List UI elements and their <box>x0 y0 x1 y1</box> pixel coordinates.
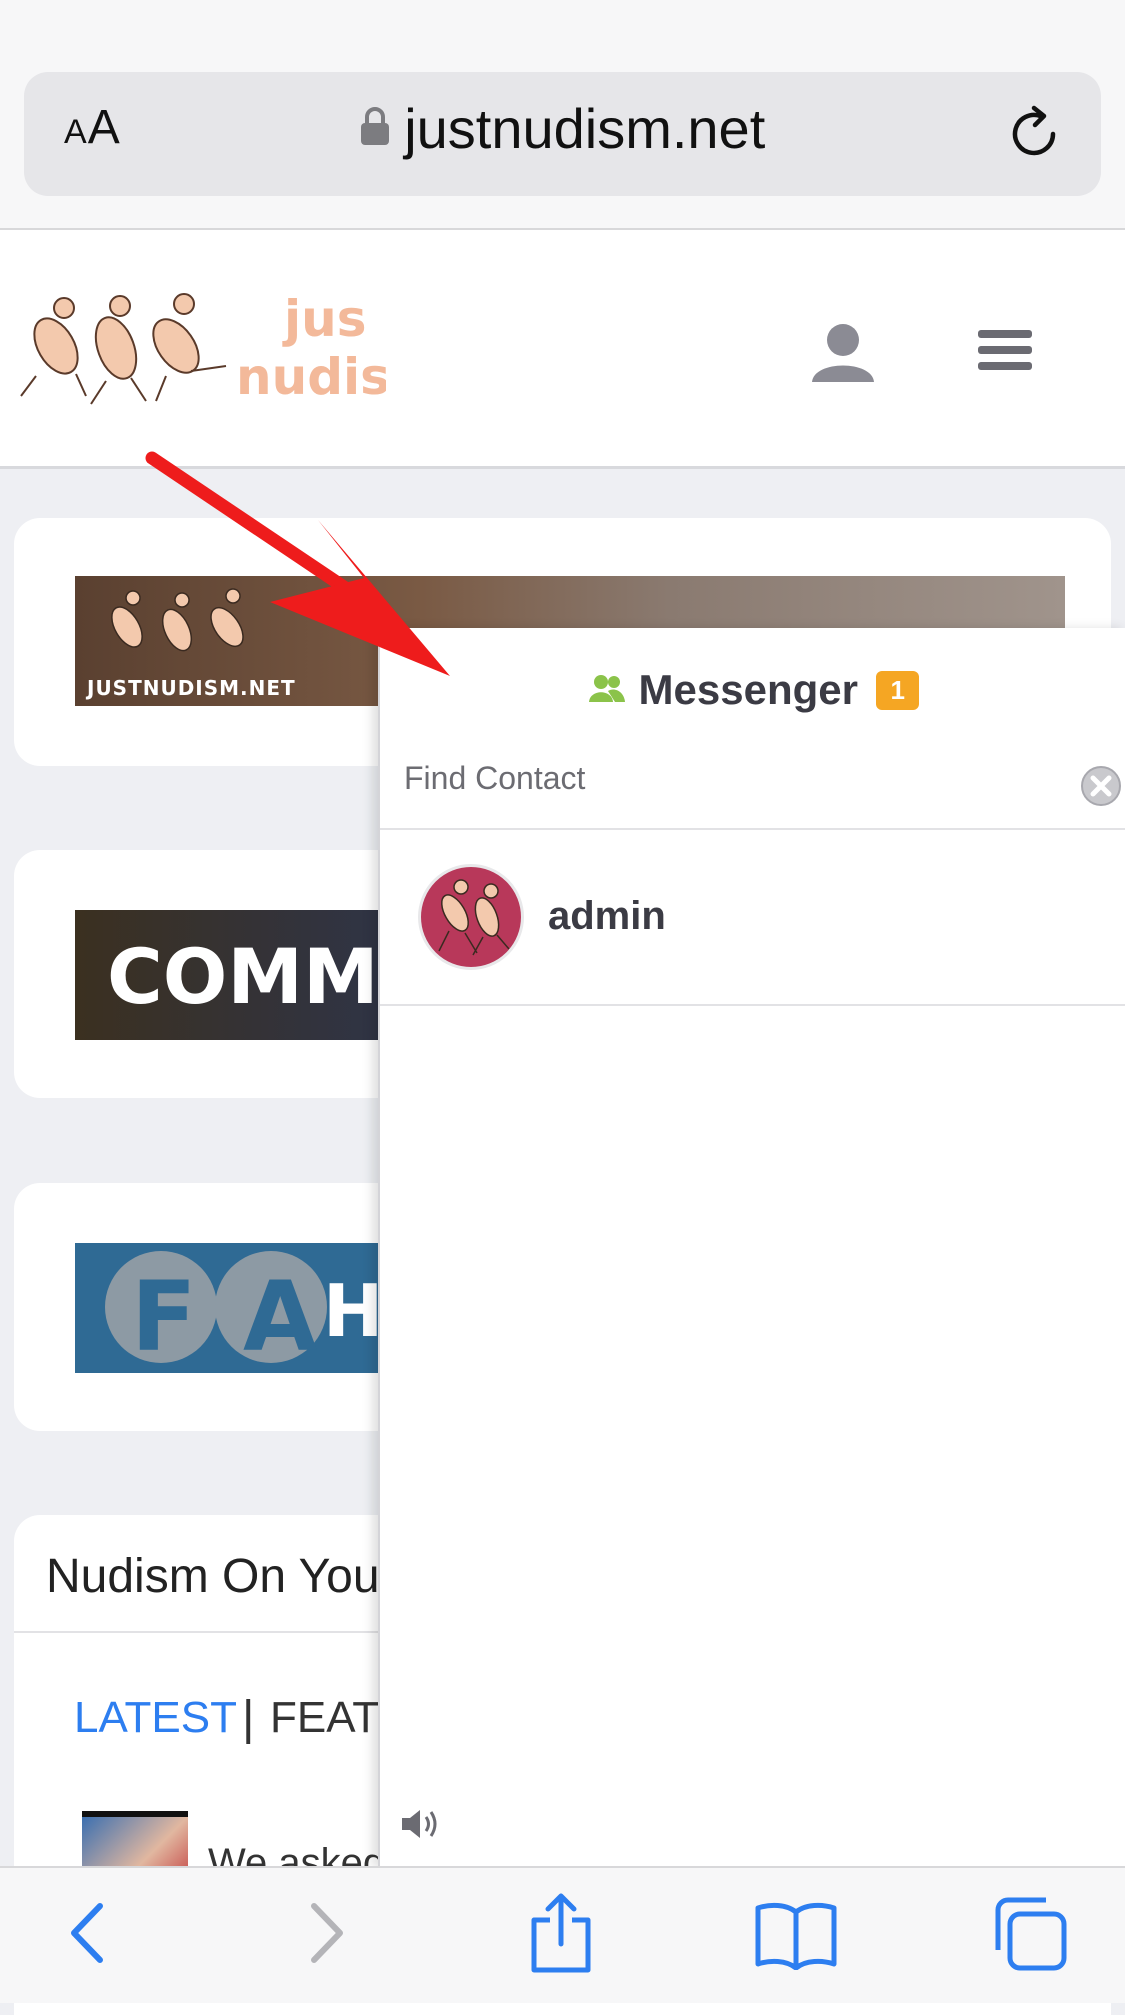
share-icon[interactable] <box>526 1890 596 1979</box>
user-account-icon[interactable] <box>808 322 878 389</box>
red-arrow-annotation <box>140 440 470 695</box>
messenger-panel: Messenger 1 admin <box>378 628 1125 1868</box>
bookmarks-icon[interactable] <box>754 1898 838 1975</box>
clear-search-icon[interactable] <box>1079 764 1123 813</box>
messenger-header[interactable]: Messenger 1 <box>380 666 1125 714</box>
logo-text-top: jus <box>282 290 367 348</box>
browser-top-bar: AA justnudism.net <box>0 0 1125 230</box>
tab-latest[interactable]: LATEST <box>74 1693 237 1743</box>
contacts-icon <box>588 673 626 708</box>
tab-separator: | <box>242 1692 255 1745</box>
faq-letter-f: F <box>131 1261 197 1373</box>
url-text: justnudism.net <box>404 97 766 160</box>
forward-icon[interactable] <box>302 1898 352 1973</box>
messenger-title: Messenger <box>638 666 858 713</box>
section-title: Nudism On Yout <box>46 1550 393 1603</box>
tab-featured[interactable]: FEAT <box>270 1693 379 1743</box>
sound-toggle-icon[interactable] <box>398 1806 442 1847</box>
divider <box>380 1004 1125 1006</box>
contact-name: admin <box>548 894 666 938</box>
faq-letter-a: A <box>243 1261 318 1373</box>
tabs-icon[interactable] <box>990 1894 1070 1979</box>
banner-faq-text: H <box>323 1269 384 1353</box>
reload-icon[interactable] <box>1007 104 1063 169</box>
contact-list-item[interactable]: admin <box>380 830 1125 1004</box>
hamburger-menu-icon[interactable] <box>976 326 1034 381</box>
find-contact-input[interactable] <box>380 746 1125 810</box>
logo-text-bottom: nudis <box>236 348 386 406</box>
lock-icon <box>360 106 390 151</box>
browser-bottom-toolbar <box>0 1866 1125 2003</box>
avatar <box>418 864 524 970</box>
address-bar[interactable]: AA justnudism.net <box>24 72 1101 196</box>
unread-badge: 1 <box>876 670 919 710</box>
url-display[interactable]: justnudism.net <box>24 96 1101 161</box>
site-header: jus nudis <box>0 230 1125 469</box>
back-icon[interactable] <box>62 1898 112 1973</box>
site-logo[interactable]: jus nudis <box>16 286 390 421</box>
